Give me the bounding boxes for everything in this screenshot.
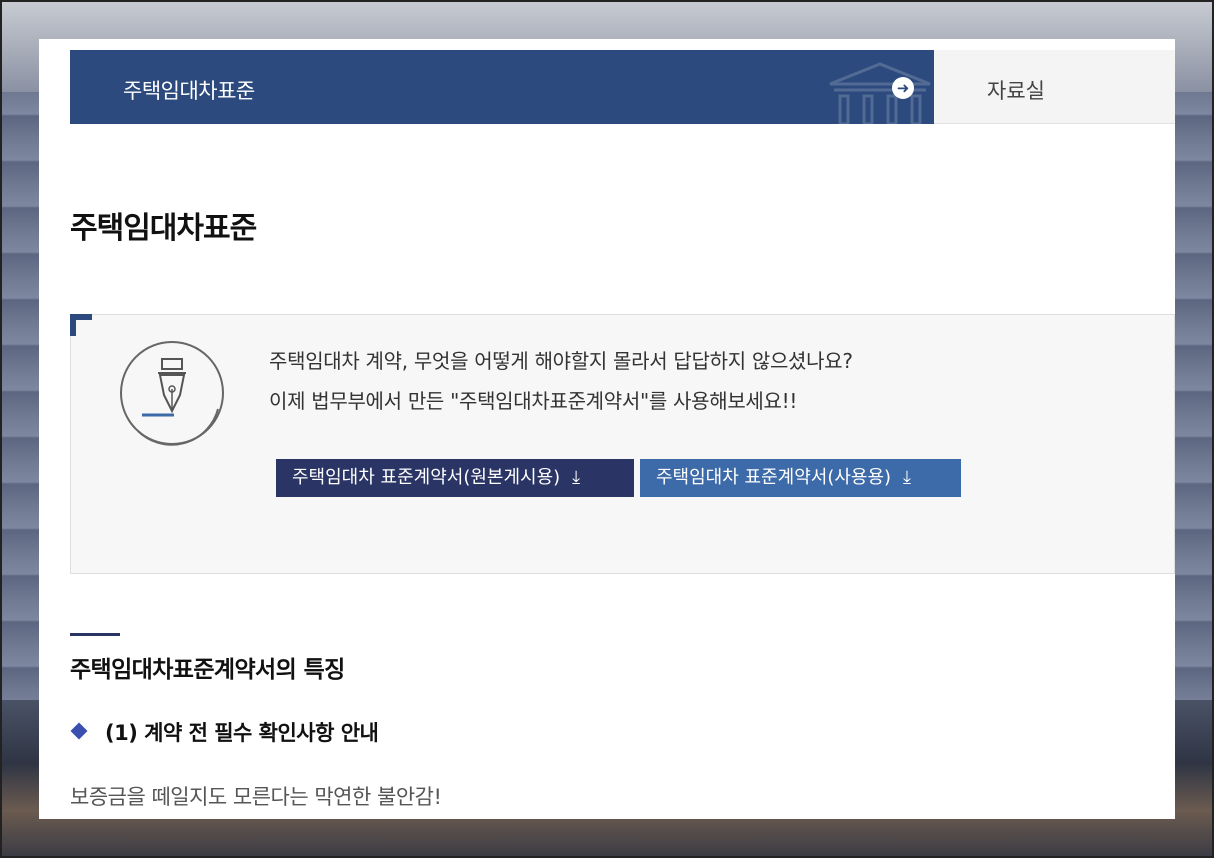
building-icon <box>829 62 931 124</box>
diamond-bullet-icon <box>70 722 88 740</box>
intro-text-line-2: 이제 법무부에서 만든 "주택임대차표준계약서"를 사용해보세요!! <box>269 389 798 413</box>
download-original-label: 주택임대차 표준계약서(원본게시용) <box>292 467 561 488</box>
corner-decoration <box>70 314 92 336</box>
download-use-label: 주택임대차 표준계약서(사용용) <box>656 467 892 488</box>
feature-item-title: (1) 계약 전 필수 확인사항 안내 <box>105 721 379 745</box>
section-title: 주택임대차표준계약서의 특징 <box>70 657 345 683</box>
page-title: 주택임대차표준 <box>70 211 257 246</box>
feature-item-text: 보증금을 떼일지도 모른다는 막연한 불안감! <box>70 785 442 809</box>
download-icon: ⤓ <box>903 467 912 488</box>
download-use-button[interactable]: 주택임대차 표준계약서(사용용) ⤓ <box>640 459 961 497</box>
intro-box: 주택임대차 계약, 무엇을 어떻게 해야할지 몰라서 답답하지 않으셨나요? 이… <box>70 314 1175 574</box>
nav-archive-label: 자료실 <box>987 79 1045 103</box>
nav-current-label: 주택임대차표준 <box>123 79 255 103</box>
download-original-button[interactable]: 주택임대차 표준계약서(원본게시용) ⤓ <box>276 459 634 497</box>
arrow-right-icon[interactable]: ➜ <box>892 77 914 99</box>
nav-archive-tab[interactable]: 자료실 <box>934 50 1175 124</box>
nav-current-section[interactable]: 주택임대차표준 ➜ <box>70 50 934 124</box>
fountain-pen-icon <box>120 341 224 446</box>
content-card: 주택임대차표준 ➜ 자료실 주택임대차표준 주택임대차 계약, 무엇을 어떻게 … <box>39 39 1175 819</box>
section-divider <box>70 633 120 636</box>
top-navigation: 주택임대차표준 ➜ 자료실 <box>70 50 1175 124</box>
intro-text-line-1: 주택임대차 계약, 무엇을 어떻게 해야할지 몰라서 답답하지 않으셨나요? <box>269 349 853 373</box>
download-icon: ⤓ <box>572 467 581 488</box>
